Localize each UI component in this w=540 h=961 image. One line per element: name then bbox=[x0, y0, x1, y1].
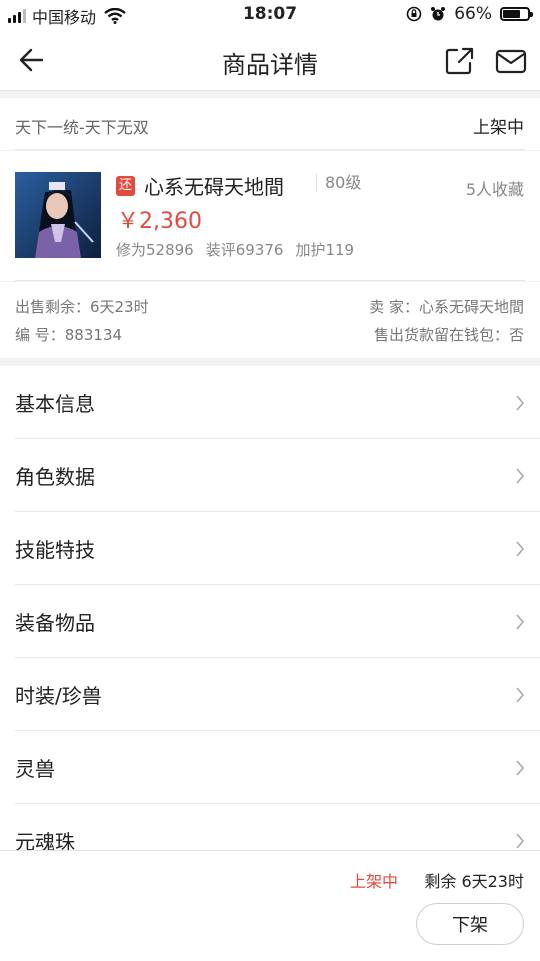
footer-status: 上架中 bbox=[350, 872, 399, 891]
status-bar-right: 66% bbox=[406, 4, 533, 24]
detail-menu: 基本信息 角色数据 技能特技 装备物品 时装/珍兽 灵兽 元魂珠 bbox=[0, 366, 540, 877]
delist-button[interactable]: 下架 bbox=[416, 903, 524, 945]
menu-item-basic-info[interactable]: 基本信息 bbox=[15, 366, 540, 439]
menu-item-label: 技能特技 bbox=[15, 538, 95, 562]
menu-item-fashion-pets[interactable]: 时装/珍兽 bbox=[15, 658, 540, 731]
character-avatar bbox=[15, 172, 101, 258]
bottom-bar: 上架中 剩余 6天23时 下架 bbox=[0, 850, 540, 961]
stat-protection: 加护119 bbox=[295, 241, 355, 259]
chevron-right-icon bbox=[516, 760, 525, 776]
product-card: 还 心系无碍天地間 80级 5人收藏 ￥2,360 修为52896 装评6937… bbox=[0, 151, 540, 281]
divider bbox=[15, 280, 525, 281]
menu-item-skills[interactable]: 技能特技 bbox=[15, 512, 540, 585]
rotation-lock-icon bbox=[406, 6, 422, 22]
chevron-right-icon bbox=[516, 833, 525, 849]
chevron-right-icon bbox=[516, 468, 525, 484]
mail-icon[interactable] bbox=[494, 46, 528, 76]
price: ￥2,360 bbox=[117, 209, 202, 234]
chevron-right-icon bbox=[516, 395, 525, 411]
menu-item-label: 基本信息 bbox=[15, 392, 95, 416]
stat-cultivation: 修为52896 bbox=[116, 241, 194, 259]
seller-name: 卖 家：心系无碍天地間 bbox=[369, 298, 524, 316]
server-name: 天下一统-天下无双 bbox=[15, 118, 149, 137]
chevron-right-icon bbox=[516, 541, 525, 557]
alarm-icon bbox=[431, 7, 446, 21]
menu-item-spirit-beast[interactable]: 灵兽 bbox=[15, 731, 540, 804]
return-badge: 还 bbox=[116, 176, 135, 196]
sale-remaining: 出售剩余：6天23时 bbox=[15, 298, 149, 316]
menu-item-label: 灵兽 bbox=[15, 757, 55, 781]
menu-item-label: 时装/珍兽 bbox=[15, 684, 102, 708]
menu-item-label: 装备物品 bbox=[15, 611, 95, 635]
character-level: 80级 bbox=[316, 174, 361, 192]
stats-row: 修为52896 装评69376 加护119 bbox=[116, 239, 354, 260]
character-name: 心系无碍天地間 bbox=[144, 175, 284, 199]
battery-percent: 66% bbox=[454, 4, 492, 24]
divider bbox=[15, 149, 525, 150]
stat-equip-score: 装评69376 bbox=[205, 241, 284, 259]
listing-status: 上架中 bbox=[473, 118, 524, 138]
nav-bar: 商品详情 bbox=[0, 30, 540, 91]
share-icon[interactable] bbox=[442, 44, 478, 78]
server-row: 天下一统-天下无双 上架中 bbox=[0, 98, 540, 150]
favorites-count[interactable]: 5人收藏 bbox=[466, 176, 524, 200]
menu-item-label: 角色数据 bbox=[15, 465, 95, 489]
battery-icon bbox=[500, 7, 533, 21]
listing-id: 编 号：883134 bbox=[15, 326, 123, 344]
menu-item-equipment[interactable]: 装备物品 bbox=[15, 585, 540, 658]
menu-item-character-data[interactable]: 角色数据 bbox=[15, 439, 540, 512]
sale-info: 出售剩余：6天23时 卖 家：心系无碍天地間 编 号：883134 售出货款留在… bbox=[0, 282, 540, 358]
wallet-setting: 售出货款留在钱包：否 bbox=[373, 326, 524, 344]
chevron-right-icon bbox=[516, 614, 525, 630]
chevron-right-icon bbox=[516, 687, 525, 703]
status-bar: 中国移动 18:07 66% bbox=[0, 0, 540, 30]
footer-remaining: 剩余 6天23时 bbox=[424, 872, 524, 891]
